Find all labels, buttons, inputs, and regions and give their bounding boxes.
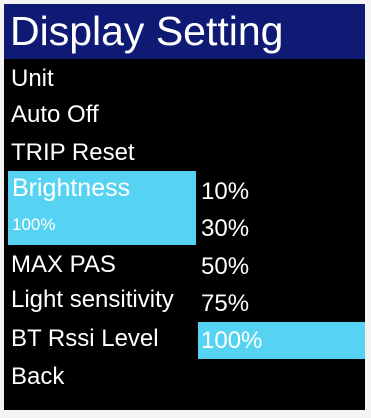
device-bezel: Display Setting Unit Auto Off TRIP Reset…: [0, 0, 371, 418]
menu-item-unit[interactable]: Unit: [11, 64, 54, 94]
menu-item-trip-reset[interactable]: TRIP Reset: [11, 138, 135, 168]
menu-item-max-pas[interactable]: MAX PAS: [11, 250, 116, 280]
brightness-label: Brightness: [12, 174, 131, 202]
menu-item-brightness[interactable]: Brightness 100%: [8, 171, 196, 245]
menu-item-bt-rssi-level[interactable]: BT Rssi Level: [11, 324, 159, 354]
menu-item-auto-off[interactable]: Auto Off: [11, 100, 99, 130]
menu-item-back[interactable]: Back: [11, 362, 64, 392]
brightness-option-10[interactable]: 10%: [198, 173, 365, 210]
brightness-current-value: 100%: [12, 215, 56, 234]
brightness-option-75[interactable]: 75%: [198, 285, 365, 322]
brightness-option-100[interactable]: 100%: [198, 322, 365, 359]
display-screen: Display Setting Unit Auto Off TRIP Reset…: [4, 4, 365, 410]
brightness-option-30[interactable]: 30%: [198, 210, 365, 247]
title-bar: Display Setting: [4, 4, 365, 59]
menu-item-light-sensitivity[interactable]: Light sensitivity: [11, 285, 197, 315]
brightness-option-50[interactable]: 50%: [198, 248, 365, 285]
page-title: Display Setting: [10, 8, 284, 54]
